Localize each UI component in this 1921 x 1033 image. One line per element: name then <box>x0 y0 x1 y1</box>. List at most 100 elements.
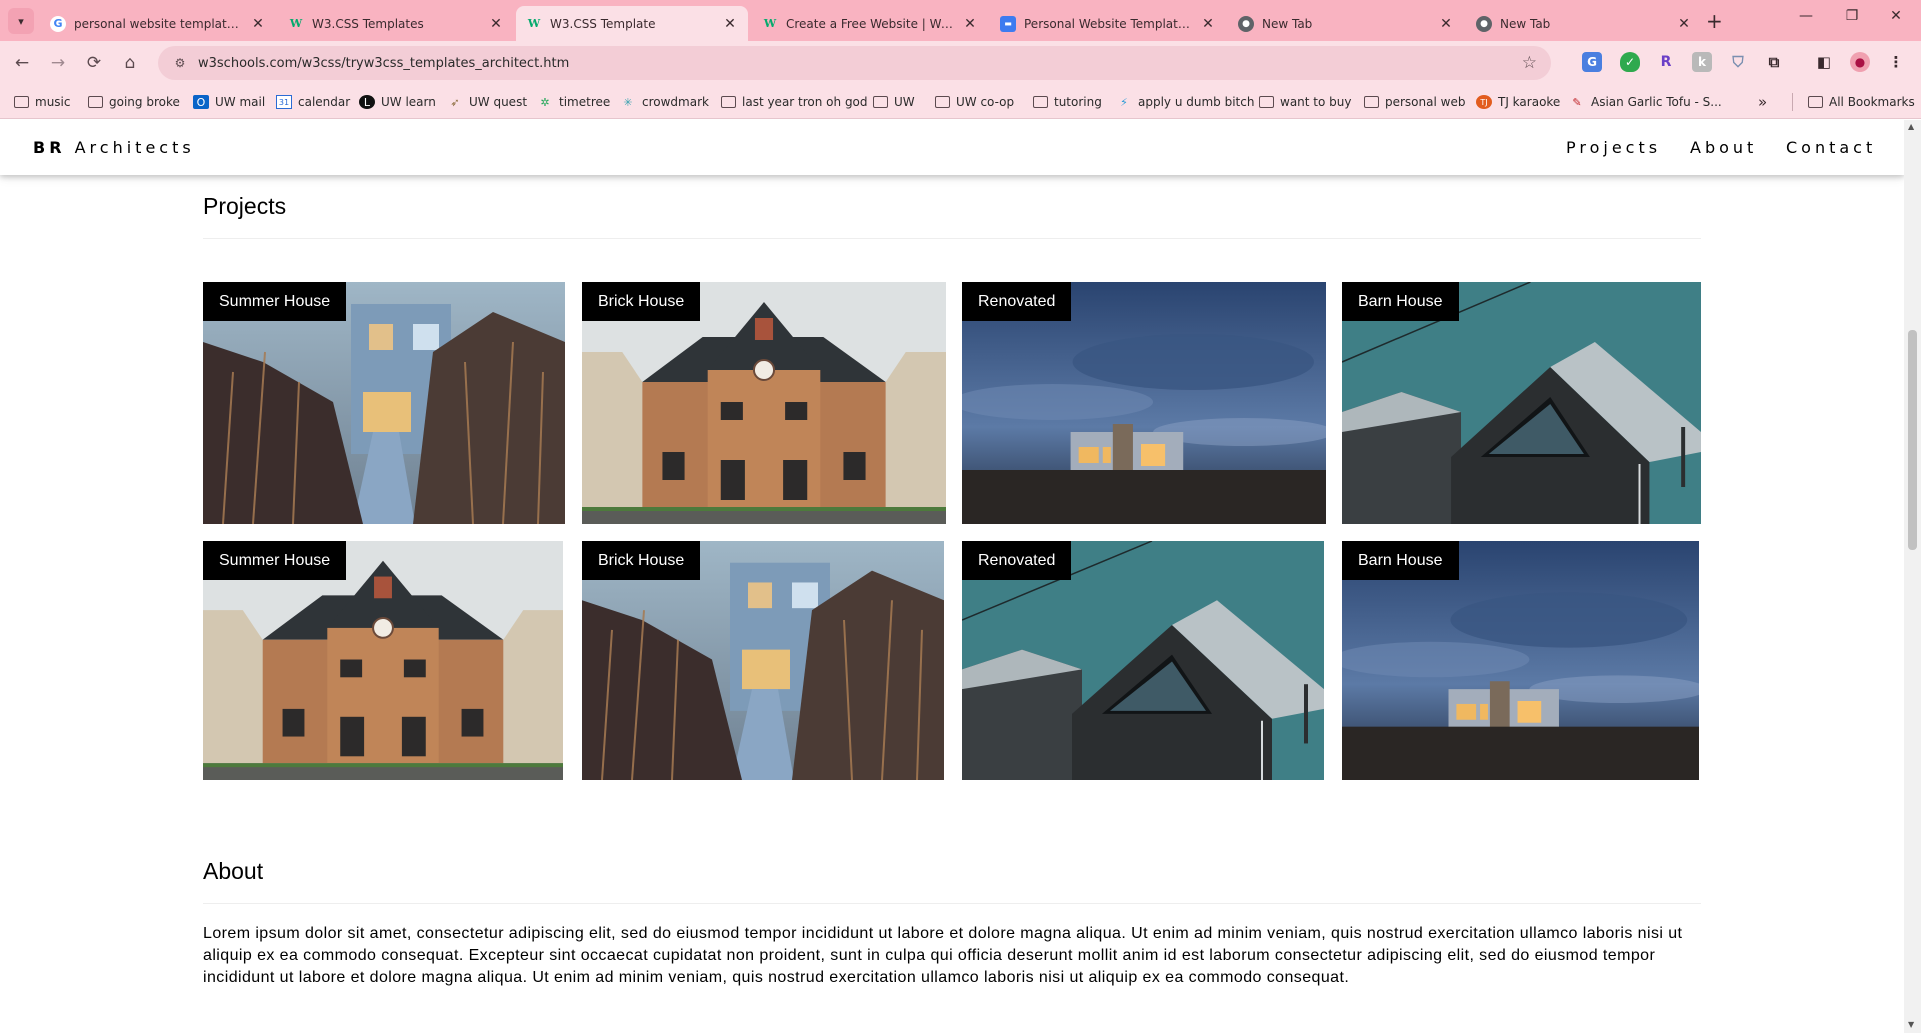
folder-icon <box>1033 96 1048 108</box>
scroll-up-icon[interactable]: ▲ <box>1908 122 1914 131</box>
calendar-icon: 31 <box>276 95 292 109</box>
site-info-icon[interactable]: ⚙ <box>172 55 188 71</box>
tab-strip: ▾ G personal website templates htm ✕ W W… <box>0 0 1921 41</box>
nav-contact[interactable]: Contact <box>1786 138 1876 157</box>
bookmark-label: Asian Garlic Tofu - S... <box>1591 95 1722 109</box>
close-icon[interactable]: ✕ <box>488 16 504 32</box>
bookmark-label: personal web <box>1385 95 1466 109</box>
brand-rest: Architects <box>74 138 195 157</box>
bookmarks-bar: music going broke O UW mail 31 calendar LU… <box>0 85 1921 119</box>
bookmark-calendar[interactable]: 31 calendar <box>276 85 350 119</box>
quest-icon: ➶ <box>450 95 460 109</box>
bookmark-label: want to buy <box>1280 95 1352 109</box>
folder-icon <box>14 96 29 108</box>
outlook-icon: O <box>193 95 209 109</box>
reload-icon[interactable]: ⟳ <box>82 51 106 75</box>
bookmark-label: UW learn <box>381 95 436 109</box>
bookmark-label: tutoring <box>1054 95 1102 109</box>
back-arrow-icon[interactable]: ← <box>10 51 34 75</box>
bookmark-music[interactable]: music <box>14 85 70 119</box>
google-icon: G <box>50 15 66 32</box>
nav-about[interactable]: About <box>1690 138 1757 157</box>
project-card-barn-house[interactable]: Barn House <box>1342 541 1699 780</box>
bookmark-star-icon[interactable]: ☆ <box>1522 53 1537 73</box>
tab-new-tab-2[interactable]: ● New Tab ✕ <box>1466 6 1702 41</box>
project-card-renovated[interactable]: Renovated <box>962 541 1324 780</box>
translate-extension-icon[interactable]: G <box>1582 52 1602 72</box>
privacy-extension-icon[interactable]: ⛉ <box>1728 52 1748 72</box>
restore-icon[interactable]: ❐ <box>1832 8 1872 24</box>
bookmark-timetree[interactable]: ✲ timetree <box>537 85 610 119</box>
project-card-barn-house[interactable]: Barn House <box>1342 282 1701 524</box>
r-extension-icon[interactable]: R <box>1656 52 1676 72</box>
project-card-brick-house[interactable]: Brick House <box>582 282 946 524</box>
close-icon[interactable]: ✕ <box>1676 16 1692 32</box>
project-card-summer-house[interactable]: Summer House <box>203 541 563 780</box>
project-card-summer-house[interactable]: Summer House <box>203 282 565 524</box>
close-icon[interactable]: ✕ <box>250 16 266 32</box>
bookmark-label: UW <box>894 95 915 109</box>
bookmark-going-broke[interactable]: going broke <box>88 85 180 119</box>
bookmark-tutoring[interactable]: tutoring <box>1033 85 1102 119</box>
forward-arrow-icon[interactable]: → <box>46 51 70 75</box>
w3schools-icon: W <box>527 17 541 30</box>
about-paragraph: Lorem ipsum dolor sit amet, consectetur … <box>203 925 1683 986</box>
tab-create-free-website[interactable]: W Create a Free Website | Website ✕ <box>752 6 988 41</box>
address-bar[interactable]: ⚙ w3schools.com/w3css/tryw3css_templates… <box>158 46 1551 80</box>
tab-w3css-templates[interactable]: W W3.CSS Templates ✕ <box>278 6 514 41</box>
tab-label: personal website templates htm <box>74 16 244 31</box>
new-tab-plus-icon[interactable]: + <box>1706 9 1723 33</box>
close-icon[interactable]: ✕ <box>722 16 738 32</box>
bookmark-want-to-buy[interactable]: want to buy <box>1259 85 1351 119</box>
side-panel-icon[interactable]: ◧ <box>1814 52 1834 72</box>
scroll-down-icon[interactable]: ▼ <box>1908 1020 1914 1029</box>
bookmark-uw-coop[interactable]: UW co-op <box>935 85 1014 119</box>
home-icon[interactable]: ⌂ <box>118 51 142 75</box>
extensions-puzzle-icon[interactable]: ⧉ <box>1764 52 1784 72</box>
bookmark-crowdmark[interactable]: ✳ crowdmark <box>620 85 709 119</box>
projects-heading: Projects <box>203 193 287 219</box>
more-bookmarks-chevron-icon[interactable]: » <box>1758 93 1767 111</box>
timetree-icon: ✲ <box>540 95 550 109</box>
bookmark-asian-garlic-tofu[interactable]: ✎ Asian Garlic Tofu - S... <box>1569 85 1722 119</box>
project-card-brick-house[interactable]: Brick House <box>582 541 944 780</box>
bookmark-label: UW quest <box>469 95 528 109</box>
scrollbar-thumb[interactable] <box>1908 330 1917 550</box>
bookmark-apply[interactable]: ⚡ apply u dumb bitch <box>1116 85 1254 119</box>
site-navbar: BR Architects Projects About Contact <box>0 120 1904 175</box>
nav-projects[interactable]: Projects <box>1566 138 1661 157</box>
page-scrollbar[interactable]: ▲ ▼ <box>1904 120 1921 1033</box>
project-label: Brick House <box>582 541 701 580</box>
project-label: Summer House <box>203 541 347 580</box>
profile-avatar-icon[interactable]: ● <box>1850 52 1870 72</box>
bookmark-tj-karaoke[interactable]: TJ TJ karaoke <box>1476 85 1560 119</box>
close-icon[interactable]: ✕ <box>1200 16 1216 32</box>
window-close-icon[interactable]: ✕ <box>1876 8 1916 24</box>
brand-logo[interactable]: BR Architects <box>33 138 195 157</box>
project-card-renovated[interactable]: Renovated <box>962 282 1326 524</box>
tab-google-search[interactable]: G personal website templates htm ✕ <box>40 6 276 41</box>
bookmark-label: All Bookmarks <box>1829 95 1915 109</box>
tab-w3css-template-active[interactable]: W W3.CSS Template ✕ <box>516 6 748 41</box>
bookmark-label: apply u dumb bitch <box>1138 95 1255 109</box>
shield-extension-icon[interactable]: ✓ <box>1620 52 1640 72</box>
folder-icon <box>88 96 103 108</box>
bookmark-last-year[interactable]: last year tron oh god <box>721 85 868 119</box>
close-icon[interactable]: ✕ <box>962 16 978 32</box>
bookmark-uw-mail[interactable]: O UW mail <box>193 85 265 119</box>
folder-icon <box>1364 96 1379 108</box>
tab-new-tab-1[interactable]: ● New Tab ✕ <box>1228 6 1464 41</box>
bookmark-personal-web[interactable]: personal web <box>1364 85 1465 119</box>
bookmark-uw-learn[interactable]: L UW learn <box>359 85 436 119</box>
tab-personal-website-templates[interactable]: ▬ Personal Website Templates Fre ✕ <box>990 6 1226 41</box>
bookmark-uw[interactable]: UW <box>873 85 915 119</box>
k-extension-icon[interactable]: k <box>1692 52 1712 72</box>
page-viewport: BR Architects Projects About Contact Pro… <box>0 120 1904 1033</box>
close-icon[interactable]: ✕ <box>1438 16 1454 32</box>
menu-kebab-icon[interactable]: ⋮ <box>1886 52 1906 72</box>
tab-search-button[interactable]: ▾ <box>8 8 34 34</box>
all-bookmarks-button[interactable]: All Bookmarks <box>1808 85 1915 119</box>
minimize-icon[interactable]: — <box>1786 8 1826 24</box>
bookmark-uw-quest[interactable]: ➶ UW quest <box>447 85 527 119</box>
w3schools-icon: W <box>289 17 303 30</box>
